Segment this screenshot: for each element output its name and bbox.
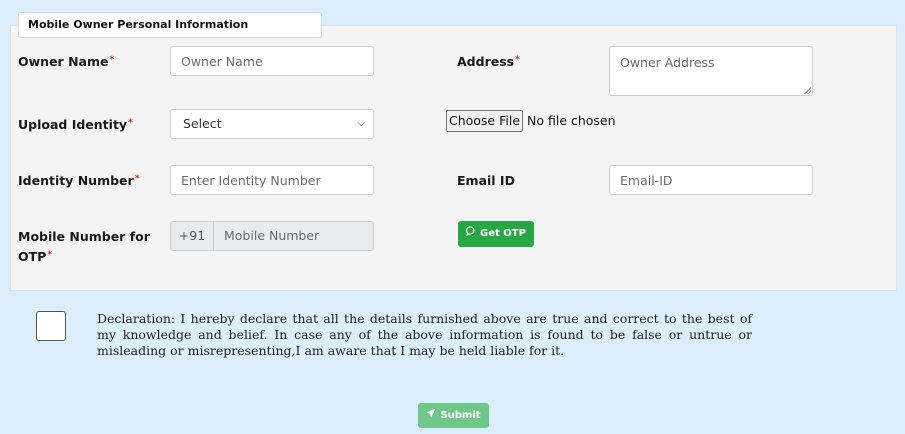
chat-icon: [466, 221, 476, 247]
identity-number-label: Identity Number*: [18, 173, 140, 188]
mobile-number-input[interactable]: Mobile Number: [214, 222, 373, 250]
file-status-text: No file chosen: [527, 113, 616, 128]
choose-file-button[interactable]: Choose File: [446, 110, 523, 132]
chevron-down-icon: ⌵: [357, 118, 365, 129]
owner-name-label: Owner Name*: [18, 54, 115, 69]
declaration-text: Declaration: I hereby declare that all t…: [97, 311, 752, 358]
send-icon: [426, 403, 436, 428]
upload-identity-label: Upload Identity*: [18, 117, 133, 132]
email-label: Email ID: [457, 173, 515, 188]
identity-type-select[interactable]: Select ⌵: [170, 109, 374, 139]
address-textarea[interactable]: [609, 46, 813, 96]
address-label: Address*: [457, 54, 520, 69]
identity-number-input[interactable]: [170, 165, 374, 195]
required-marker: *: [109, 55, 115, 65]
mobile-label: Mobile Number for OTP*: [18, 229, 150, 264]
address-field-wrap: [609, 46, 813, 96]
required-marker: *: [515, 55, 520, 65]
submit-button[interactable]: Submit: [418, 403, 489, 428]
mobile-number-group: +91 Mobile Number: [170, 221, 374, 251]
required-marker: *: [47, 250, 53, 260]
get-otp-label: Get OTP: [480, 228, 526, 239]
declaration-checkbox[interactable]: [36, 311, 66, 341]
required-marker: *: [128, 118, 133, 128]
resize-handle-icon[interactable]: [804, 87, 811, 94]
section-title: Mobile Owner Personal Information: [18, 12, 322, 38]
get-otp-button[interactable]: Get OTP: [458, 221, 534, 247]
identity-type-selected: Select: [183, 116, 222, 131]
email-input[interactable]: [609, 165, 813, 195]
submit-label: Submit: [440, 410, 481, 421]
owner-name-input[interactable]: [170, 46, 374, 76]
country-code-prefix: +91: [171, 222, 214, 250]
required-marker: *: [134, 174, 140, 184]
